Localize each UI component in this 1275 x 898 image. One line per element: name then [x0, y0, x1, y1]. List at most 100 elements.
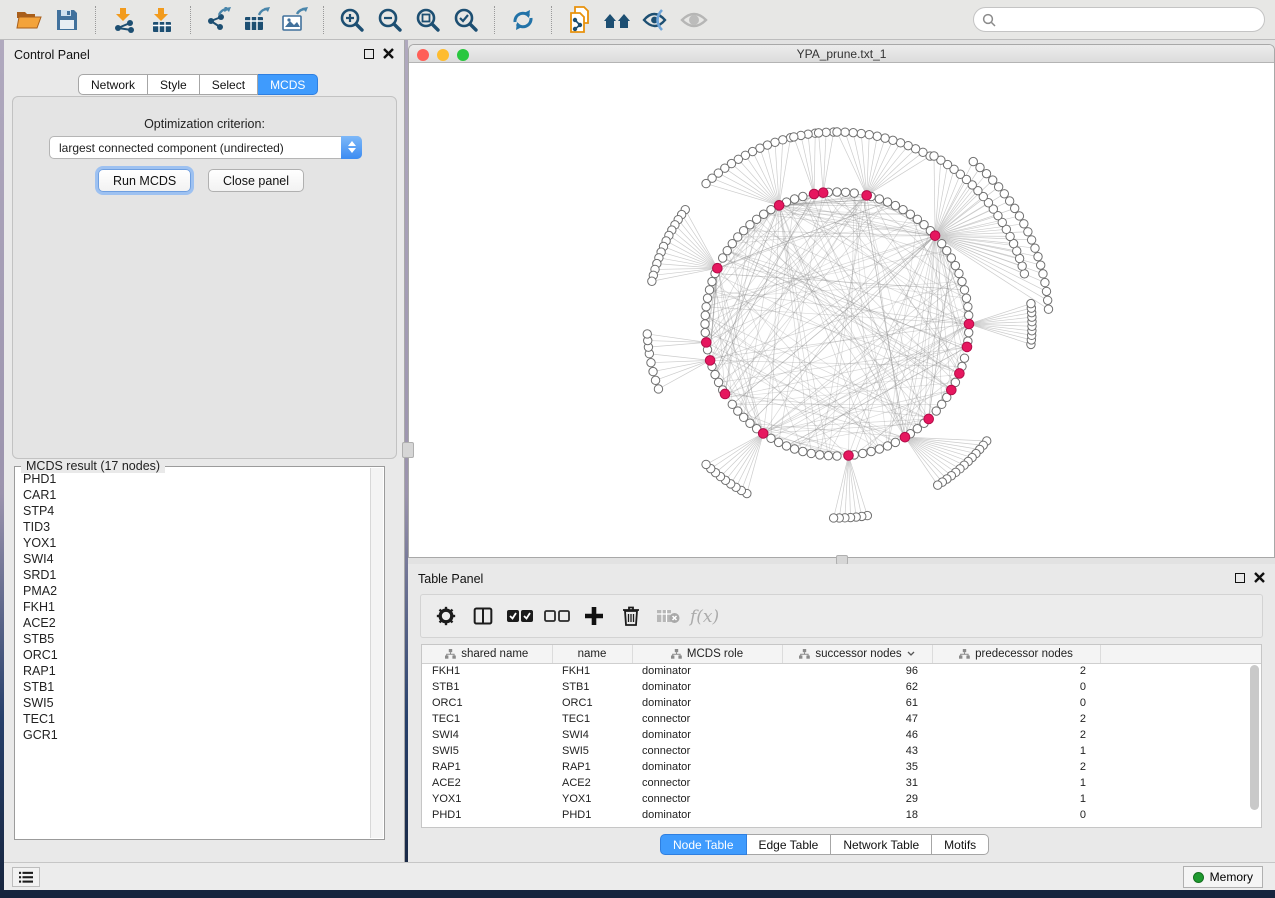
network-node[interactable]: [891, 201, 899, 209]
network-node[interactable]: [873, 132, 881, 140]
network-node[interactable]: [875, 195, 883, 203]
network-node[interactable]: [965, 328, 973, 336]
import-table-button[interactable]: [144, 4, 180, 36]
network-node[interactable]: [774, 438, 782, 446]
mcds-node[interactable]: [705, 356, 715, 366]
mcds-node[interactable]: [862, 191, 872, 201]
network-node[interactable]: [718, 254, 726, 262]
tab-motifs[interactable]: Motifs: [932, 834, 989, 855]
network-node[interactable]: [1036, 261, 1044, 269]
deselect-all-button[interactable]: [540, 599, 574, 633]
network-node[interactable]: [865, 131, 873, 139]
network-node[interactable]: [889, 136, 897, 144]
network-node[interactable]: [708, 277, 716, 285]
refresh-view-button[interactable]: [505, 4, 541, 36]
network-node[interactable]: [799, 192, 807, 200]
network-node[interactable]: [654, 385, 662, 393]
mcds-node[interactable]: [818, 188, 828, 198]
network-node[interactable]: [651, 376, 659, 384]
network-node[interactable]: [703, 294, 711, 302]
mcds-node[interactable]: [900, 432, 910, 442]
network-node[interactable]: [875, 445, 883, 453]
mcds-result-item[interactable]: STB1: [23, 679, 369, 695]
mcds-result-item[interactable]: SWI4: [23, 551, 369, 567]
network-node[interactable]: [790, 195, 798, 203]
network-node[interactable]: [933, 481, 941, 489]
mcds-result-item[interactable]: YOX1: [23, 535, 369, 551]
network-node[interactable]: [833, 128, 841, 136]
network-node[interactable]: [1034, 252, 1042, 260]
network-node[interactable]: [989, 176, 997, 184]
mcds-result-list[interactable]: PHD1CAR1STP4TID3YOX1SWI4SRD1PMA2FKH1ACE2…: [16, 469, 369, 837]
zoom-selected-button[interactable]: [448, 4, 484, 36]
open-file-button[interactable]: [11, 4, 47, 36]
network-node[interactable]: [849, 128, 857, 136]
network-node[interactable]: [896, 139, 904, 147]
network-node[interactable]: [790, 445, 798, 453]
network-node[interactable]: [891, 438, 899, 446]
mcds-node[interactable]: [964, 319, 974, 329]
network-node[interactable]: [649, 367, 657, 375]
column-header-successor-nodes[interactable]: successor nodes: [782, 645, 932, 663]
network-node[interactable]: [782, 442, 790, 450]
mcds-node[interactable]: [955, 369, 965, 379]
float-panel-icon[interactable]: [1235, 573, 1245, 583]
network-node[interactable]: [1020, 270, 1028, 278]
table-settings-button[interactable]: [429, 599, 463, 633]
network-node[interactable]: [867, 447, 875, 455]
network-node[interactable]: [790, 133, 798, 141]
criterion-dropdown[interactable]: largest connected component (undirected): [49, 136, 362, 159]
tab-select[interactable]: Select: [200, 74, 258, 95]
network-node[interactable]: [930, 152, 938, 160]
table-row[interactable]: TEC1TEC1connector472: [422, 711, 1262, 727]
function-builder-button[interactable]: f(x): [688, 599, 722, 633]
zoom-in-button[interactable]: [334, 4, 370, 36]
mcds-result-item[interactable]: CAR1: [23, 487, 369, 503]
network-node[interactable]: [859, 449, 867, 457]
export-image-button[interactable]: [277, 4, 313, 36]
table-row[interactable]: YOX1YOX1connector291: [422, 791, 1262, 807]
table-row[interactable]: ORC1ORC1dominator610: [422, 695, 1262, 711]
table-scrollbar-thumb[interactable]: [1250, 665, 1259, 810]
level-of-detail-button[interactable]: [676, 4, 712, 36]
network-node[interactable]: [779, 136, 787, 144]
delete-column-button[interactable]: [614, 599, 648, 633]
mcds-node[interactable]: [701, 338, 711, 348]
memory-button[interactable]: Memory: [1183, 866, 1263, 888]
network-node[interactable]: [881, 134, 889, 142]
network-node[interactable]: [807, 449, 815, 457]
table-row[interactable]: FKH1FKH1dominator962: [422, 663, 1262, 679]
mcds-node[interactable]: [930, 231, 940, 241]
network-node[interactable]: [965, 311, 973, 319]
network-node[interactable]: [1027, 299, 1035, 307]
network-node[interactable]: [962, 294, 970, 302]
tab-network-table[interactable]: Network Table: [831, 834, 932, 855]
mcds-node[interactable]: [962, 342, 972, 352]
network-node[interactable]: [951, 261, 959, 269]
mcds-result-item[interactable]: FKH1: [23, 599, 369, 615]
network-node[interactable]: [647, 358, 655, 366]
network-node[interactable]: [701, 311, 709, 319]
export-table-button[interactable]: [239, 4, 275, 36]
mcds-node[interactable]: [947, 385, 957, 395]
network-node[interactable]: [701, 320, 709, 328]
network-node[interactable]: [1000, 190, 1008, 198]
float-panel-icon[interactable]: [364, 49, 374, 59]
select-all-button[interactable]: [503, 599, 537, 633]
network-graph[interactable]: [409, 64, 1274, 558]
network-node[interactable]: [1044, 305, 1052, 313]
network-node[interactable]: [816, 451, 824, 459]
mcds-list-scrollbar[interactable]: [370, 468, 383, 838]
network-node[interactable]: [899, 205, 907, 213]
network-node[interactable]: [841, 128, 849, 136]
tab-style[interactable]: Style: [148, 74, 200, 95]
export-network-button[interactable]: [201, 4, 237, 36]
network-node[interactable]: [964, 303, 972, 311]
network-node[interactable]: [1015, 212, 1023, 220]
network-node[interactable]: [982, 169, 990, 177]
tab-network[interactable]: Network: [78, 74, 148, 95]
status-menu-button[interactable]: [12, 867, 40, 887]
mcds-result-item[interactable]: PHD1: [23, 471, 369, 487]
mcds-node[interactable]: [924, 414, 934, 424]
network-node[interactable]: [841, 188, 849, 196]
